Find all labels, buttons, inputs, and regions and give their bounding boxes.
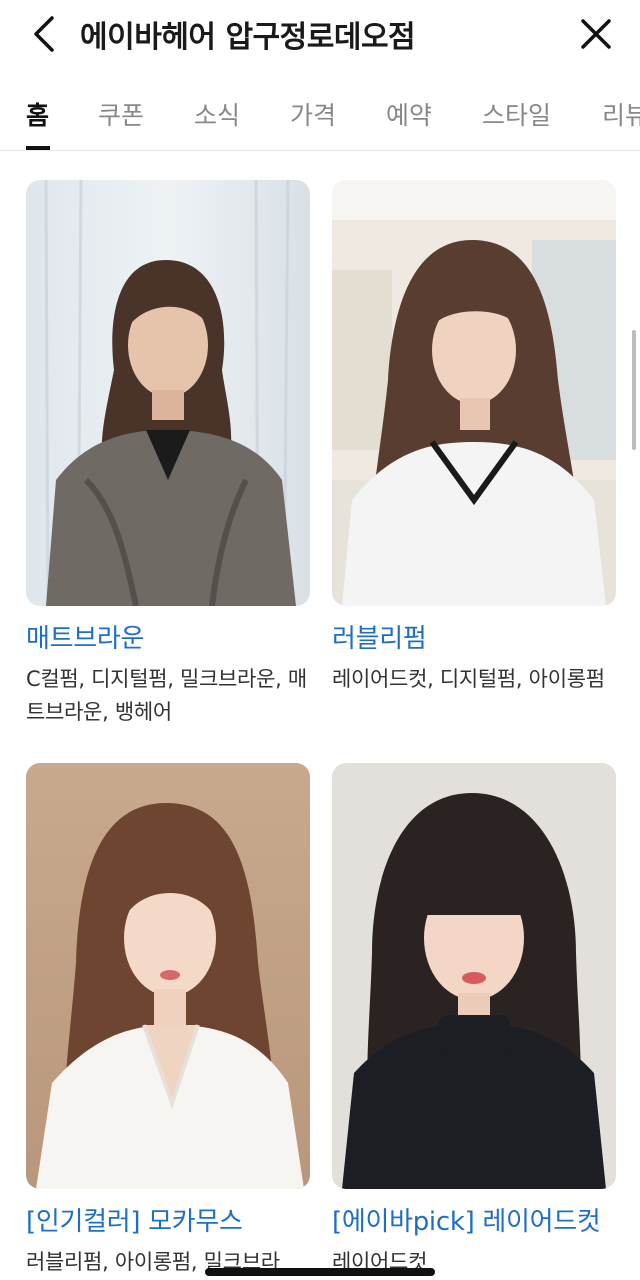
style-card[interactable]: 러블리펌 레이어드컷, 디지털펌, 아이롱펌 — [332, 180, 616, 696]
close-icon — [581, 19, 611, 49]
home-indicator[interactable] — [205, 1268, 435, 1276]
tab-coupon[interactable]: 쿠폰 — [98, 96, 144, 132]
style-title: [인기컬러] 모카무스 — [26, 1207, 243, 1237]
style-photo — [332, 180, 616, 606]
style-title: 러블리펌 — [332, 624, 427, 654]
style-tags: C컬펌, 디지털펌, 밀크브라운, 매트브라운, 뱅헤어 — [26, 667, 307, 724]
active-tab-indicator — [26, 146, 50, 150]
chevron-left-icon — [34, 16, 54, 52]
tab-review[interactable]: 리뷰 — [602, 96, 640, 132]
style-card[interactable]: [에이바pick] 레이어드컷 레이어드컷 — [332, 763, 616, 1279]
style-photo — [332, 763, 616, 1189]
tab-reservation[interactable]: 예약 — [386, 96, 432, 132]
tab-news[interactable]: 소식 — [194, 96, 240, 132]
tab-style[interactable]: 스타일 — [482, 96, 551, 132]
header-bar: 에이바헤어 압구정로데오점 — [0, 0, 640, 70]
back-button[interactable] — [28, 14, 64, 54]
style-tags: 레이어드컷, 디지털펌, 아이롱펌 — [332, 667, 605, 691]
tab-bar: 홈 쿠폰 소식 가격 예약 스타일 리뷰 — [0, 80, 640, 151]
style-title: 매트브라운 — [26, 624, 145, 654]
page-title: 에이바헤어 압구정로데오점 — [80, 20, 416, 55]
tab-price[interactable]: 가격 — [290, 96, 336, 132]
style-card[interactable]: [인기컬러] 모카무스 러블리펌, 아이롱펌, 밀크브라 — [26, 763, 310, 1279]
tab-home[interactable]: 홈 — [26, 96, 49, 132]
scrollbar[interactable] — [632, 330, 636, 450]
style-card[interactable]: 매트브라운 C컬펌, 디지털펌, 밀크브라운, 매트브라운, 뱅헤어 — [26, 180, 310, 729]
style-photo — [26, 180, 310, 606]
style-photo — [26, 763, 310, 1189]
style-title: [에이바pick] 레이어드컷 — [332, 1207, 601, 1237]
close-button[interactable] — [578, 16, 614, 52]
